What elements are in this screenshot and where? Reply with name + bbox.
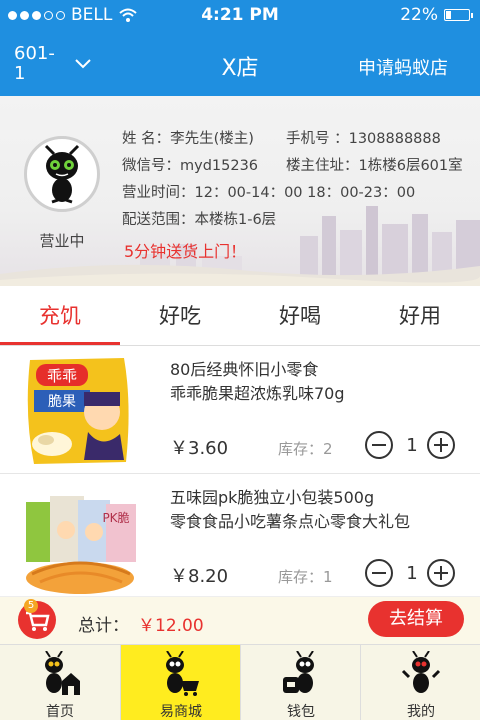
delivery-range: 配送范围：本楼栋1-6层	[122, 212, 277, 228]
info-row: 微信号：myd15236 楼主住址：1栋楼6层601室	[122, 153, 463, 180]
product-name-line2: 乖乖脆果超浓炼乳味70g	[170, 384, 345, 403]
store-avatar	[24, 136, 100, 212]
home-ant-icon	[45, 651, 80, 695]
battery-icon	[444, 9, 473, 21]
product-stock: 库存：1	[278, 568, 333, 586]
plus-icon[interactable]	[426, 430, 456, 460]
nav-bar: 601-1 X店 申请蚂蚁店	[0, 30, 480, 96]
category-tabs: 充饥 好吃 好喝 好用	[0, 286, 480, 346]
info-row: 姓 名：李先生(楼主) 手机号 ：1308888888	[122, 126, 441, 153]
checkout-button[interactable]: 去结算	[368, 601, 464, 637]
shop-ant-icon	[166, 651, 199, 696]
product-stock: 库存：2	[278, 440, 333, 458]
delivery-promo: 5分钟送货上门！	[124, 242, 247, 261]
bottom-nav: 首页 易商城 钱包 我的	[0, 644, 480, 720]
owner-address: 楼主住址：1栋楼6层601室	[286, 158, 463, 174]
product-brand-text: PK脆	[102, 510, 129, 525]
bottom-nav-profile[interactable]: 我的	[361, 645, 480, 720]
quantity-value: 1	[406, 435, 418, 456]
battery-percent: 22%	[400, 5, 438, 25]
total-value: ￥12.00	[138, 616, 204, 636]
total-label: 总计：	[78, 616, 129, 636]
product-name: 80后经典怀旧小零食 乖乖脆果超浓炼乳味70g	[170, 358, 345, 406]
product-name-line2: 零食食品小吃薯条点心零食大礼包	[170, 512, 411, 531]
business-hours: 营业时间：12：00-14：00 18：00-23：00	[122, 185, 416, 201]
product-sub-text: 脆果	[48, 393, 76, 410]
active-tab-indicator	[0, 342, 120, 345]
status-bar: BELL 4:21 PM 22%	[0, 0, 480, 30]
owner-wechat: 微信号：myd15236	[122, 158, 259, 174]
quantity-stepper: 1	[364, 558, 460, 590]
bottom-nav-wallet[interactable]: 钱包	[241, 645, 361, 720]
quantity-value: 1	[406, 563, 418, 584]
tab-haohe[interactable]: 好喝	[240, 286, 360, 346]
tab-chongji[interactable]: 充饥	[0, 286, 120, 346]
product-price: ￥8.20	[170, 566, 229, 587]
minus-icon[interactable]	[364, 430, 394, 460]
product-item[interactable]: 乖乖 脆果 80后经典怀旧小零食 乖乖脆果超浓炼乳味70g ￥3.60 库存：2…	[0, 346, 480, 474]
tab-haoyong[interactable]: 好用	[360, 286, 480, 346]
cart-summary-bar: 5 总计： ￥12.00 去结算	[0, 596, 480, 644]
quantity-stepper: 1	[364, 430, 460, 462]
product-image[interactable]: 乖乖 脆果	[20, 354, 144, 466]
owner-phone: 手机号 ：1308888888	[286, 131, 441, 147]
plus-icon[interactable]	[426, 558, 456, 588]
cart-count-badge: 5	[24, 599, 38, 613]
bottom-nav-label: 我的	[407, 704, 435, 720]
bottom-nav-label: 易商城	[160, 704, 202, 720]
bottom-nav-home[interactable]: 首页	[0, 645, 120, 720]
battery-group: 22%	[400, 5, 473, 25]
product-image[interactable]: PK脆	[20, 482, 144, 594]
profile-ant-icon	[401, 651, 441, 693]
product-price: ￥3.60	[170, 438, 229, 459]
ant-mascot-icon	[44, 144, 80, 204]
bottom-nav-label: 首页	[46, 704, 74, 720]
apply-store-link[interactable]: 申请蚂蚁店	[358, 54, 448, 80]
store-status-label: 营业中	[39, 232, 85, 250]
product-name: 五味园pk脆独立小包装500g 零食食品小吃薯条点心零食大礼包	[170, 486, 410, 534]
owner-name: 姓 名：李先生(楼主)	[122, 131, 254, 147]
product-brand-text: 乖乖	[47, 367, 77, 385]
bottom-nav-shop[interactable]: 易商城	[121, 645, 241, 720]
store-info-panel: 营业中 姓 名：李先生(楼主) 手机号 ：1308888888 微信号：myd1…	[0, 96, 480, 286]
minus-icon[interactable]	[364, 558, 394, 588]
bottom-nav-label: 钱包	[287, 704, 315, 720]
store-details: 姓 名：李先生(楼主) 手机号 ：1308888888 微信号：myd15236…	[122, 126, 463, 234]
product-name-line1: 80后经典怀旧小零食	[170, 360, 319, 379]
product-name-line1: 五味园pk脆独立小包装500g	[170, 488, 375, 507]
product-item[interactable]: PK脆 五味园pk脆独立小包装500g 零食食品小吃薯条点心零食大礼包 ￥8.2…	[0, 474, 480, 602]
tab-haochi[interactable]: 好吃	[120, 286, 240, 346]
wallet-ant-icon	[283, 651, 314, 693]
